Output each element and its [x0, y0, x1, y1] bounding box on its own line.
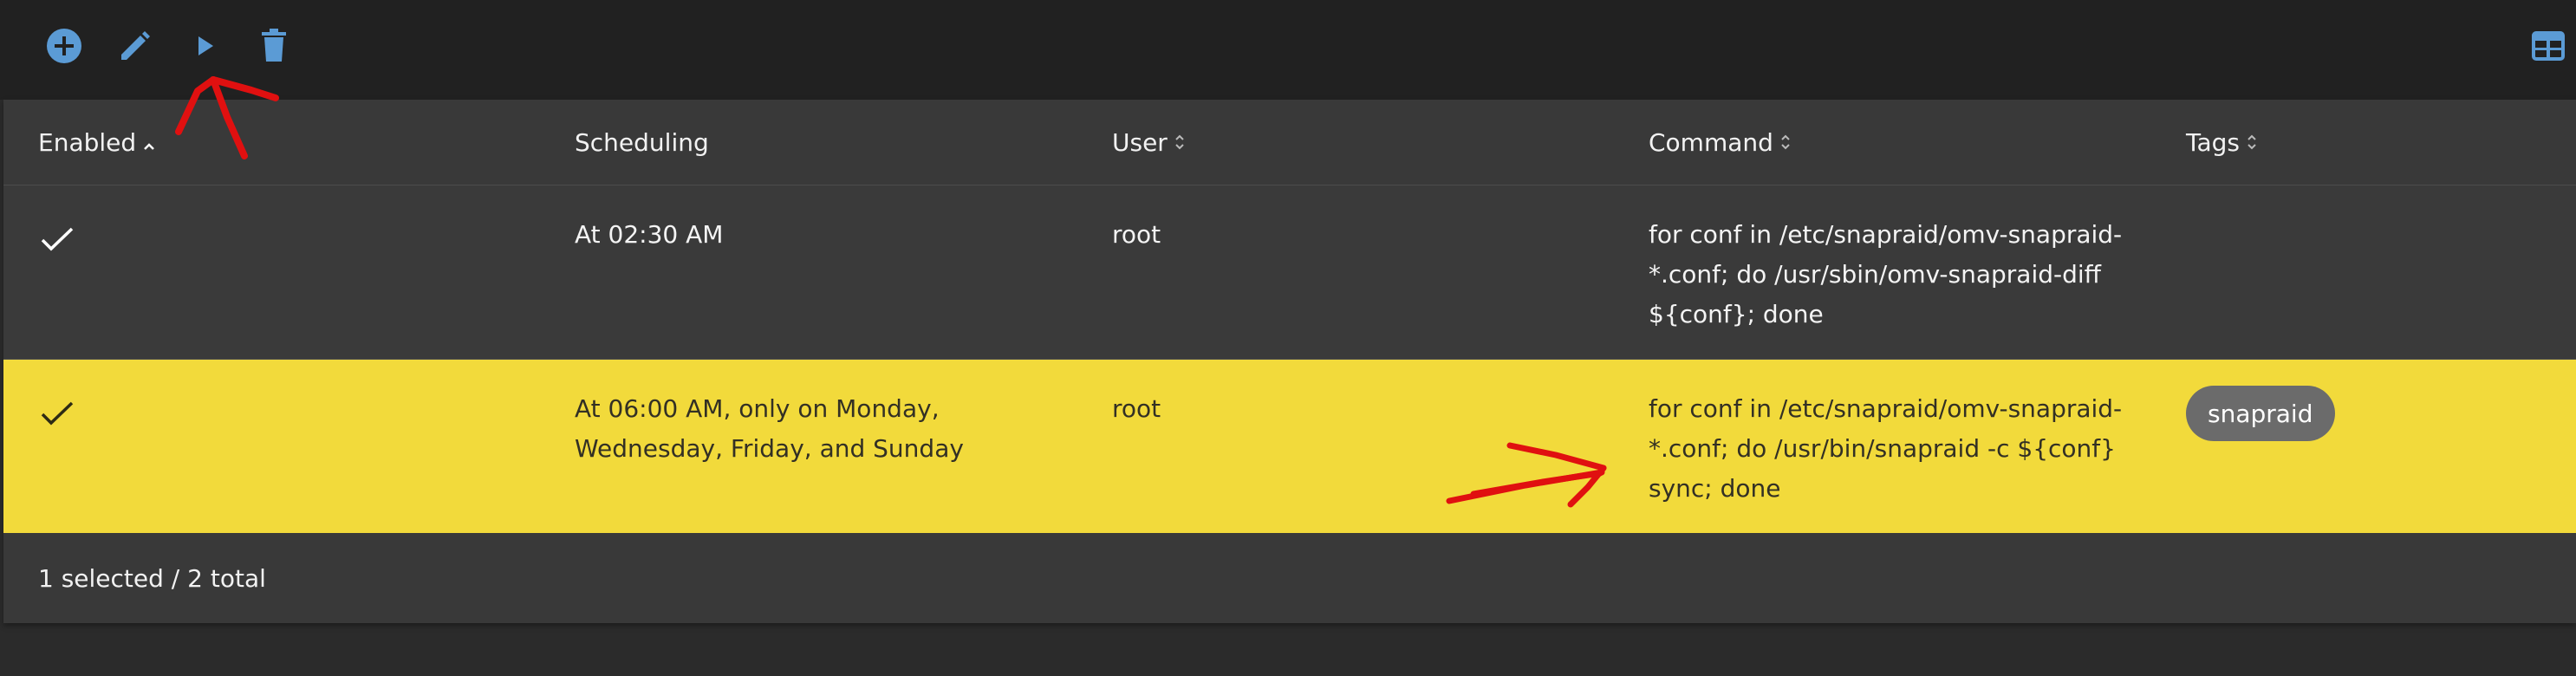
command-line: ${conf}; done: [1649, 300, 1824, 328]
sort-unsorted-icon: [1780, 128, 1791, 157]
table-footer: 1 selected / 2 total: [3, 533, 2576, 623]
create-button[interactable]: [37, 19, 91, 73]
sort-ascending-icon: [143, 128, 155, 157]
column-toggle-button[interactable]: [2527, 19, 2570, 73]
delete-button[interactable]: [247, 19, 301, 73]
column-header-label: Tags: [2186, 127, 2240, 157]
table-header: Enabled Scheduling User Command Tags: [3, 100, 2576, 185]
pencil-icon: [121, 31, 150, 60]
plus-circle-icon: [47, 29, 81, 63]
column-header-label: Scheduling: [575, 127, 709, 157]
column-header-tags[interactable]: Tags: [2186, 100, 2257, 185]
selection-summary: 1 selected / 2 total: [38, 563, 266, 593]
column-header-scheduling[interactable]: Scheduling: [575, 100, 709, 185]
command-line: for conf in /etc/snapraid/omv-snapraid-: [1649, 394, 2123, 423]
tag-chip[interactable]: snapraid: [2186, 386, 2335, 441]
column-header-command[interactable]: Command: [1649, 100, 1791, 185]
checkmark-icon: [40, 400, 75, 431]
cron-jobs-page: Enabled Scheduling User Command Tags At …: [0, 0, 2576, 676]
sort-unsorted-icon: [2247, 128, 2257, 157]
table-row[interactable]: At 02:30 AM root for conf in /etc/snapra…: [3, 185, 2576, 360]
cell-scheduling: At 06:00 AM, only on Monday, Wednesday, …: [575, 389, 964, 469]
trash-icon: [262, 29, 286, 62]
column-header-user[interactable]: User: [1112, 100, 1185, 185]
scheduling-line: At 02:30 AM: [575, 220, 724, 249]
sort-unsorted-icon: [1174, 128, 1185, 157]
play-icon: [198, 36, 213, 55]
cell-user: root: [1112, 220, 1161, 249]
cell-user: root: [1112, 394, 1161, 423]
cell-command: for conf in /etc/snapraid/omv-snapraid- …: [1649, 389, 2122, 509]
cell-command: for conf in /etc/snapraid/omv-snapraid- …: [1649, 215, 2122, 335]
toolbar: [0, 0, 2576, 100]
table-row-selected[interactable]: At 06:00 AM, only on Monday, Wednesday, …: [3, 360, 2576, 533]
cell-scheduling: At 02:30 AM: [575, 215, 723, 255]
cron-jobs-table: Enabled Scheduling User Command Tags At …: [3, 100, 2576, 623]
command-line: sync; done: [1649, 474, 1781, 503]
command-line: *.conf; do /usr/sbin/omv-snapraid-diff: [1649, 260, 2101, 289]
scheduling-line: At 06:00 AM, only on Monday,: [575, 394, 940, 423]
command-line: for conf in /etc/snapraid/omv-snapraid-: [1649, 220, 2123, 249]
column-header-label: Enabled: [38, 127, 137, 157]
checkmark-icon: [40, 225, 75, 257]
command-line: *.conf; do /usr/bin/snapraid -c ${conf}: [1649, 434, 2116, 463]
scheduling-line: Wednesday, Friday, and Sunday: [575, 434, 964, 463]
table-columns-icon: [2532, 31, 2565, 61]
run-button[interactable]: [178, 19, 231, 73]
column-header-label: Command: [1649, 127, 1773, 157]
column-header-enabled[interactable]: Enabled: [38, 100, 155, 185]
edit-button[interactable]: [108, 19, 162, 73]
column-header-label: User: [1112, 127, 1168, 157]
